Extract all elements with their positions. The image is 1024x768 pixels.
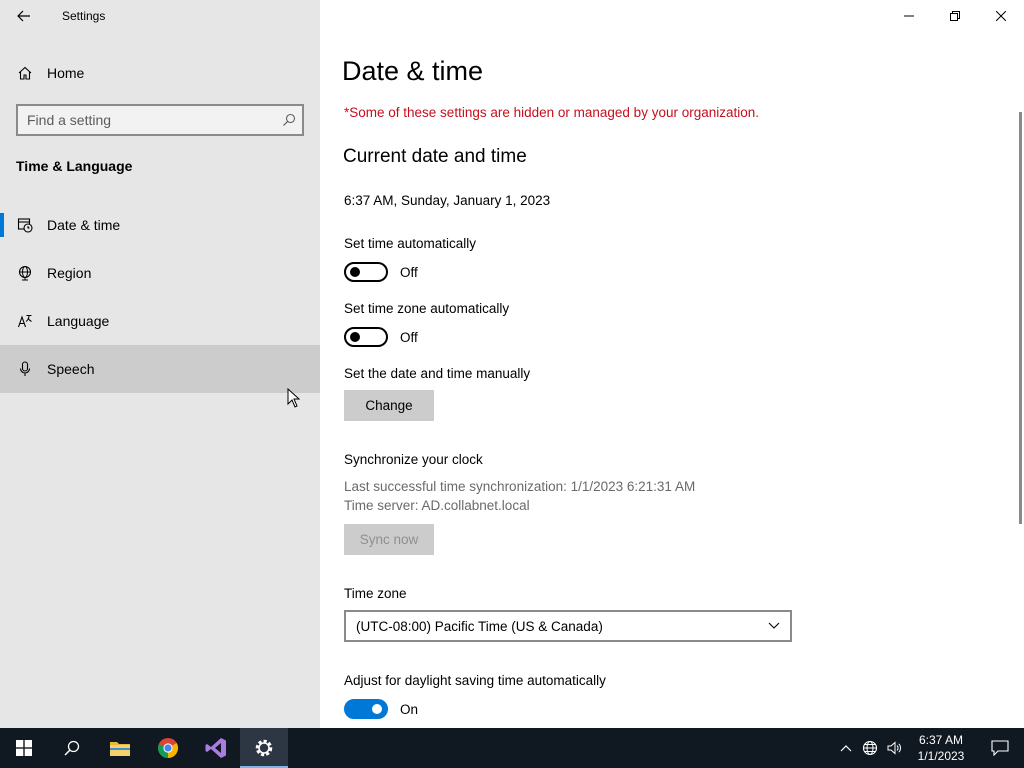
- settings-button[interactable]: [240, 728, 288, 768]
- set-time-auto-row: Off: [344, 262, 418, 282]
- toggle-knob: [372, 704, 382, 714]
- taskbar-clock[interactable]: 6:37 AM 1/1/2023: [906, 732, 976, 764]
- taskbar: 6:37 AM 1/1/2023: [0, 728, 1024, 768]
- scrollbar[interactable]: [1019, 112, 1022, 524]
- clock-time: 6:37 AM: [918, 733, 964, 747]
- mouse-cursor-icon: [287, 388, 301, 408]
- chevron-up-icon: [840, 745, 852, 752]
- network-globe-icon: [862, 740, 878, 756]
- set-time-auto-state: Off: [400, 264, 418, 280]
- date-time-icon: [16, 216, 34, 234]
- restore-button[interactable]: [932, 0, 978, 32]
- app-title: Settings: [62, 9, 106, 23]
- close-icon: [996, 11, 1006, 21]
- back-arrow-icon: [17, 10, 30, 22]
- sidebar-item-home[interactable]: Home: [0, 56, 320, 90]
- home-label: Home: [47, 65, 85, 81]
- toggle-knob: [350, 267, 360, 277]
- time-zone-value: (UTC-08:00) Pacific Time (US & Canada): [356, 618, 603, 634]
- main-content: Date & time *Some of these settings are …: [320, 0, 1024, 728]
- start-icon: [16, 740, 32, 756]
- start-button[interactable]: [0, 728, 48, 768]
- language-icon: [16, 312, 34, 330]
- set-zone-auto-state: Off: [400, 329, 418, 345]
- restore-icon: [950, 11, 960, 21]
- page-title: Date & time: [342, 56, 484, 86]
- time-server-text: Time server: AD.collabnet.local: [344, 498, 530, 513]
- close-button[interactable]: [978, 0, 1024, 32]
- globe-icon: [16, 264, 34, 282]
- system-tray: 6:37 AM 1/1/2023: [834, 728, 1024, 768]
- chrome-button[interactable]: [144, 728, 192, 768]
- sidebar-item-label: Region: [47, 265, 92, 281]
- sidebar-item-label: Speech: [47, 361, 95, 377]
- clock-date: 1/1/2023: [917, 749, 965, 763]
- speaker-icon: [887, 741, 901, 755]
- time-zone-label: Time zone: [344, 586, 407, 601]
- sidebar-item-region[interactable]: Region: [0, 249, 320, 297]
- network-button[interactable]: [858, 728, 882, 768]
- microphone-icon: [16, 360, 34, 378]
- sidebar: Settings Home Time & Language Date & tim…: [0, 0, 320, 728]
- change-button[interactable]: Change: [344, 390, 434, 421]
- taskbar-search-button[interactable]: [48, 728, 96, 768]
- manual-date-time-label: Set the date and time manually: [344, 366, 531, 381]
- notification-icon: [991, 740, 1009, 756]
- sidebar-item-label: Language: [47, 313, 110, 329]
- sync-heading: Synchronize your clock: [344, 452, 483, 467]
- file-explorer-icon: [110, 742, 130, 756]
- minimize-button[interactable]: [886, 0, 932, 32]
- sync-now-button[interactable]: Sync now: [344, 524, 434, 555]
- search-icon[interactable]: [276, 106, 302, 134]
- action-center-button[interactable]: [976, 728, 1024, 768]
- visual-studio-icon: [205, 738, 226, 758]
- sidebar-item-language[interactable]: Language: [0, 297, 320, 345]
- dst-label: Adjust for daylight saving time automati…: [344, 673, 606, 688]
- set-zone-auto-row: Off: [344, 327, 418, 347]
- visual-studio-button[interactable]: [192, 728, 240, 768]
- search-box[interactable]: [16, 104, 304, 136]
- window-controls: [886, 0, 1024, 32]
- settings-icon: [255, 739, 273, 757]
- last-sync-text: Last successful time synchronization: 1/…: [344, 479, 696, 494]
- sidebar-item-label: Date & time: [47, 217, 121, 233]
- toggle-knob: [350, 332, 360, 342]
- back-button[interactable]: [0, 0, 48, 32]
- set-zone-auto-toggle[interactable]: [344, 327, 388, 347]
- set-time-auto-toggle[interactable]: [344, 262, 388, 282]
- search-icon: [64, 740, 80, 756]
- minimize-icon: [904, 15, 914, 17]
- section-label: Time & Language: [16, 158, 133, 174]
- file-explorer-button[interactable]: [96, 728, 144, 768]
- current-date-time-heading: Current date and time: [343, 146, 527, 167]
- sidebar-item-speech[interactable]: Speech: [0, 345, 320, 393]
- time-zone-select[interactable]: (UTC-08:00) Pacific Time (US & Canada): [344, 610, 792, 642]
- show-hidden-icons-button[interactable]: [834, 728, 858, 768]
- volume-button[interactable]: [882, 728, 906, 768]
- dst-row: On: [344, 699, 418, 719]
- active-indicator: [0, 213, 4, 237]
- home-icon: [16, 64, 34, 82]
- set-time-auto-label: Set time automatically: [344, 236, 477, 251]
- set-zone-auto-label: Set time zone automatically: [344, 301, 510, 316]
- sidebar-item-date-time[interactable]: Date & time: [0, 201, 320, 249]
- org-notice: *Some of these settings are hidden or ma…: [344, 105, 760, 120]
- dst-state: On: [400, 701, 419, 717]
- chrome-icon: [158, 738, 179, 759]
- chevron-down-icon: [768, 622, 780, 629]
- current-date-time-value: 6:37 AM, Sunday, January 1, 2023: [344, 193, 551, 208]
- search-input[interactable]: [18, 112, 276, 128]
- dst-toggle[interactable]: [344, 699, 388, 719]
